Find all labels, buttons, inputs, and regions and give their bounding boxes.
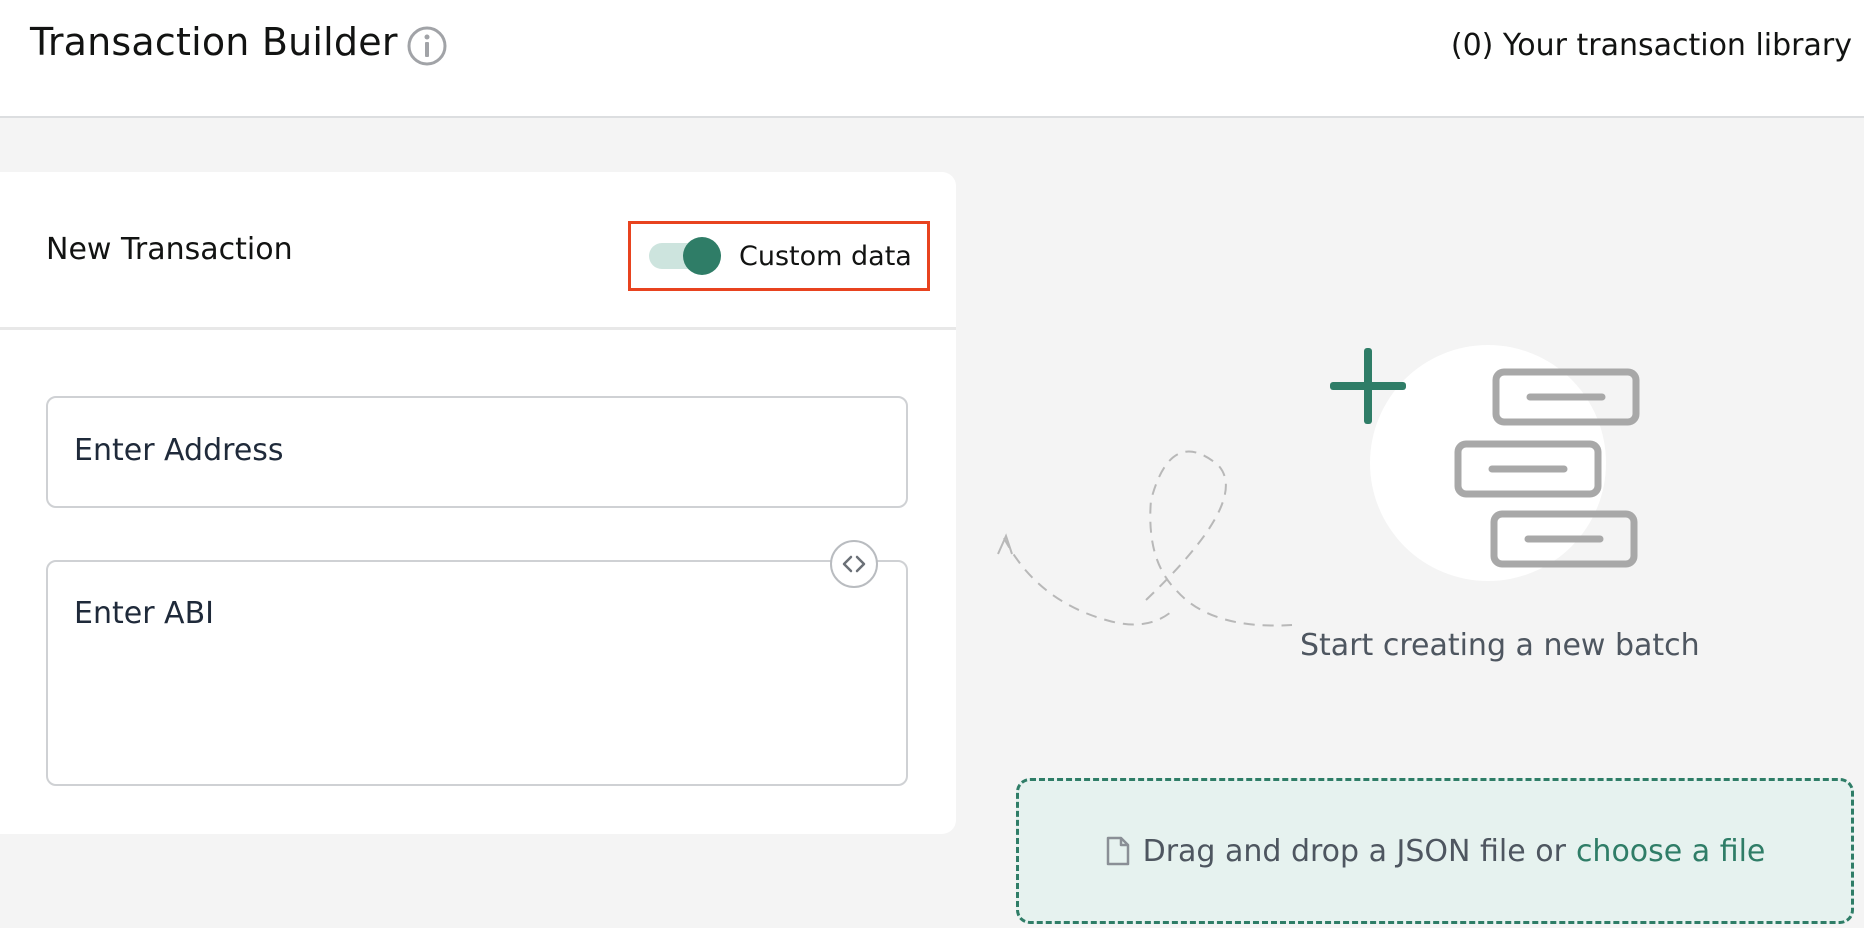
code-toggle-button[interactable]	[830, 540, 878, 588]
new-transaction-card: New Transaction Custom data Enter Addres…	[0, 172, 956, 834]
file-icon	[1106, 836, 1129, 866]
choose-file-link[interactable]: choose a file	[1576, 834, 1765, 869]
app-root: Transaction Builder (0) Your transaction…	[0, 0, 1864, 928]
dropzone-text: Drag and drop a JSON file or	[1142, 833, 1566, 869]
top-header: Transaction Builder (0) Your transaction…	[0, 0, 1864, 118]
custom-data-toggle[interactable]	[649, 237, 721, 275]
card-header: New Transaction Custom data	[0, 172, 956, 330]
address-input[interactable]: Enter Address	[46, 396, 908, 508]
transaction-library-link[interactable]: (0) Your transaction library	[1451, 28, 1852, 63]
empty-batch-illustration	[997, 345, 1640, 627]
code-icon	[842, 555, 866, 573]
empty-state-message: Start creating a new batch	[1300, 628, 1700, 663]
info-icon[interactable]	[405, 24, 449, 68]
toggle-knob	[683, 237, 721, 275]
abi-input[interactable]: Enter ABI	[46, 560, 908, 786]
card-title: New Transaction	[46, 232, 293, 267]
custom-data-label: Custom data	[739, 240, 912, 272]
json-dropzone[interactable]: Drag and drop a JSON file or choose a fi…	[1016, 778, 1854, 924]
custom-data-toggle-container: Custom data	[628, 221, 930, 291]
page-title: Transaction Builder	[30, 20, 398, 64]
